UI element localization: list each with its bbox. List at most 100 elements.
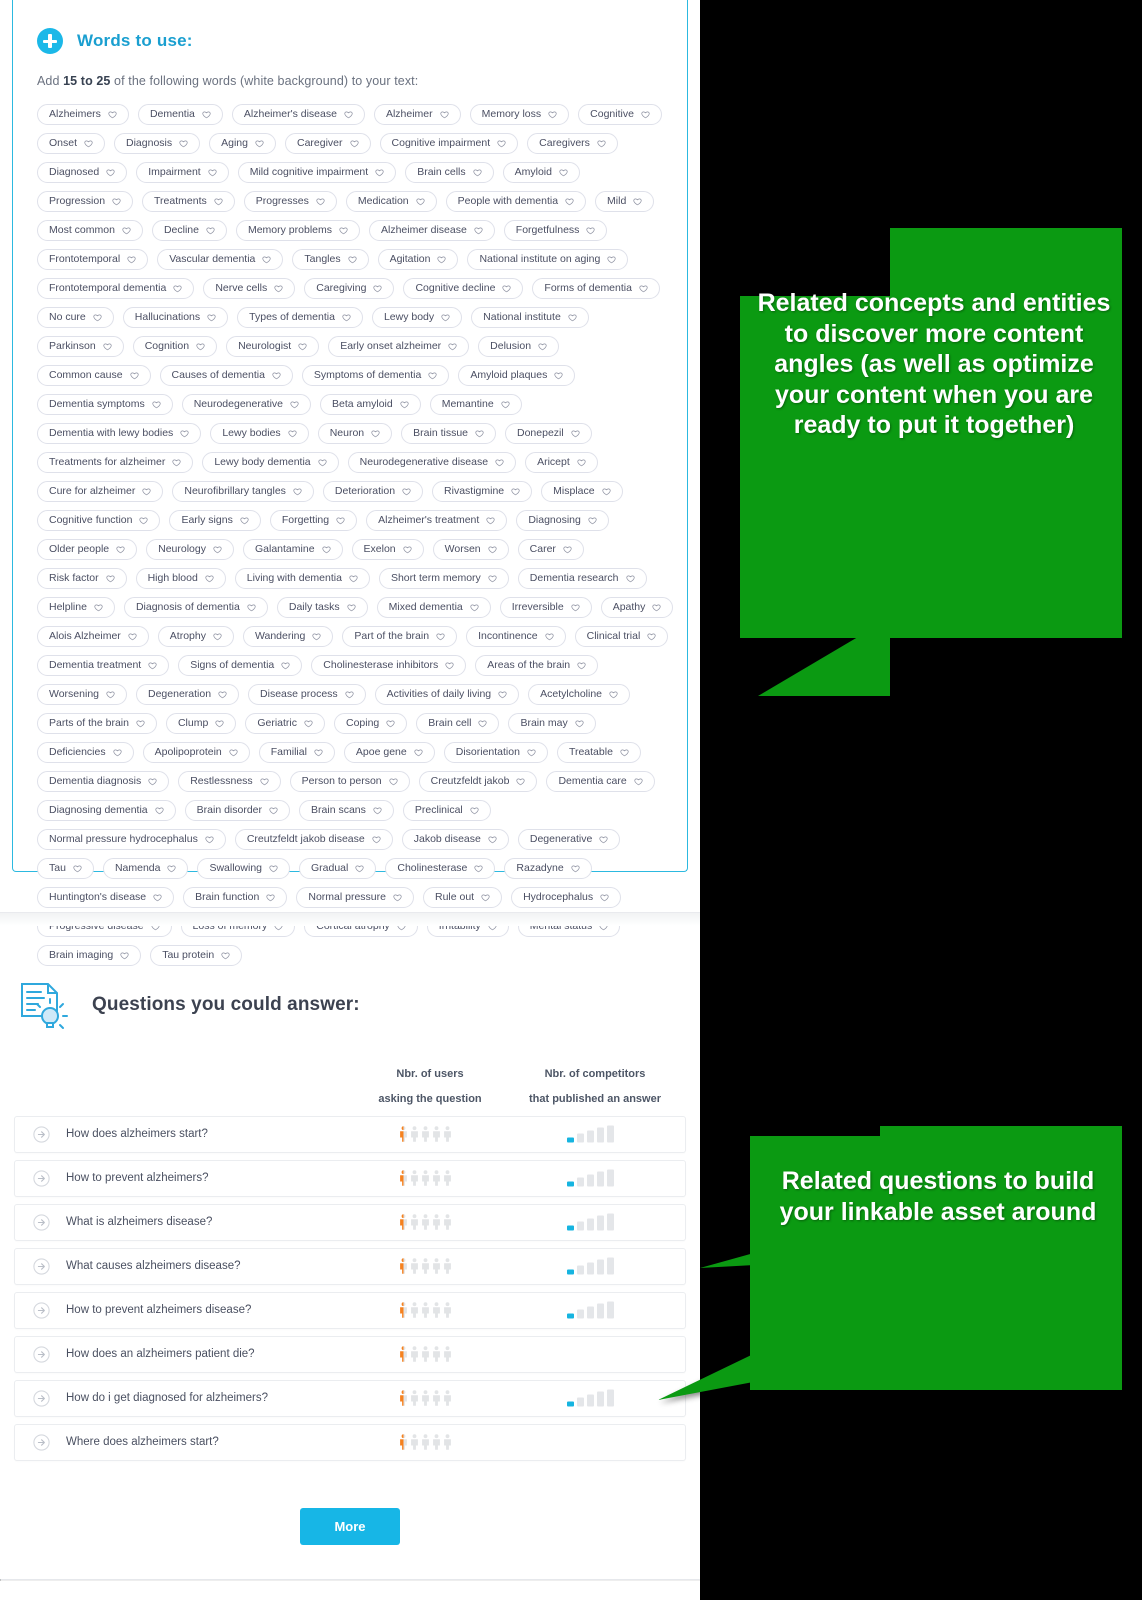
heart-outline-icon[interactable] bbox=[108, 110, 117, 119]
word-chip[interactable]: Causes of dementia bbox=[159, 365, 293, 386]
heart-outline-icon[interactable] bbox=[148, 777, 157, 786]
heart-outline-icon[interactable] bbox=[527, 748, 536, 757]
word-chip[interactable]: Alzheimer bbox=[373, 104, 461, 125]
heart-outline-icon[interactable] bbox=[428, 371, 437, 380]
word-chip[interactable]: Dementia with lewy bodies bbox=[37, 423, 202, 444]
question-row[interactable]: How to prevent alzheimers? bbox=[14, 1159, 686, 1197]
word-chip[interactable]: Alzheimers bbox=[37, 104, 129, 125]
word-chip[interactable]: Aricept bbox=[525, 452, 598, 473]
word-chip[interactable]: Treatments bbox=[142, 191, 235, 212]
heart-outline-icon[interactable] bbox=[571, 603, 580, 612]
question-row[interactable]: What causes alzheimers disease? bbox=[14, 1247, 686, 1285]
heart-outline-icon[interactable] bbox=[502, 284, 512, 293]
word-chip[interactable]: Alzheimer's disease bbox=[231, 104, 365, 125]
word-chip[interactable]: Types of dementia bbox=[237, 307, 363, 328]
word-chip[interactable]: Creutzfeldt jakob disease bbox=[234, 829, 393, 850]
question-row[interactable]: How does an alzheimers patient die? bbox=[14, 1335, 686, 1373]
word-chip[interactable]: Symptoms of dementia bbox=[301, 365, 450, 386]
arrow-right-circle-icon[interactable] bbox=[33, 1257, 50, 1275]
heart-outline-icon[interactable] bbox=[106, 168, 115, 177]
heart-outline-icon[interactable] bbox=[559, 168, 568, 177]
word-chip[interactable]: Hydrocephalus bbox=[511, 887, 622, 908]
heart-outline-icon[interactable] bbox=[488, 835, 497, 844]
word-chip[interactable]: People with dementia bbox=[445, 191, 587, 212]
heart-outline-icon[interactable] bbox=[136, 719, 145, 728]
word-chip[interactable]: Disease process bbox=[248, 684, 366, 705]
heart-outline-icon[interactable] bbox=[113, 748, 122, 757]
word-chip[interactable]: Medication bbox=[345, 191, 437, 212]
arrow-right-circle-icon[interactable] bbox=[33, 1213, 50, 1231]
heart-outline-icon[interactable] bbox=[153, 893, 162, 902]
word-chip[interactable]: Brain tissue bbox=[401, 423, 496, 444]
word-chip[interactable]: Degeneration bbox=[136, 684, 240, 705]
word-chip[interactable]: Early onset alzheimer bbox=[328, 336, 470, 357]
heart-outline-icon[interactable] bbox=[336, 516, 345, 525]
heart-outline-icon[interactable] bbox=[474, 226, 483, 235]
heart-outline-icon[interactable] bbox=[597, 139, 606, 148]
word-chip[interactable]: Normal pressure bbox=[296, 887, 414, 908]
word-chip[interactable]: Dementia bbox=[137, 104, 223, 125]
heart-outline-icon[interactable] bbox=[620, 748, 629, 757]
word-chip[interactable]: Cognition bbox=[132, 336, 218, 357]
heart-outline-icon[interactable] bbox=[473, 168, 482, 177]
heart-outline-icon[interactable] bbox=[349, 139, 359, 148]
heart-outline-icon[interactable] bbox=[609, 690, 618, 699]
heart-outline-icon[interactable] bbox=[403, 545, 412, 554]
word-chip[interactable]: Parts of the brain bbox=[37, 713, 157, 734]
heart-outline-icon[interactable] bbox=[641, 110, 650, 119]
heart-outline-icon[interactable] bbox=[129, 371, 139, 380]
word-chip[interactable]: Older people bbox=[37, 539, 138, 560]
word-chip[interactable]: Activities of daily living bbox=[374, 684, 520, 705]
heart-outline-icon[interactable] bbox=[516, 777, 526, 786]
heart-outline-icon[interactable] bbox=[545, 632, 554, 641]
heart-outline-icon[interactable] bbox=[373, 806, 382, 815]
heart-outline-icon[interactable] bbox=[625, 574, 635, 583]
word-chip[interactable]: Mixed dementia bbox=[376, 597, 491, 618]
word-chip[interactable]: Lewy bodies bbox=[210, 423, 309, 444]
word-chip[interactable]: Brain may bbox=[508, 713, 596, 734]
question-row[interactable]: Where does alzheimers start? bbox=[14, 1423, 686, 1461]
heart-outline-icon[interactable] bbox=[167, 864, 177, 873]
word-chip[interactable]: Amyloid bbox=[502, 162, 580, 183]
heart-outline-icon[interactable] bbox=[568, 313, 577, 322]
heart-outline-icon[interactable] bbox=[355, 864, 364, 873]
heart-outline-icon[interactable] bbox=[142, 487, 151, 496]
word-chip[interactable]: Helpline bbox=[37, 597, 115, 618]
arrow-right-circle-icon[interactable] bbox=[33, 1433, 50, 1451]
word-chip[interactable]: Huntington's disease bbox=[37, 887, 175, 908]
heart-outline-icon[interactable] bbox=[266, 893, 275, 902]
word-chip[interactable]: Frontotemporal bbox=[37, 249, 149, 270]
heart-outline-icon[interactable] bbox=[207, 313, 216, 322]
heart-outline-icon[interactable] bbox=[103, 342, 112, 351]
word-chip[interactable]: Diagnosis bbox=[114, 133, 201, 154]
heart-outline-icon[interactable] bbox=[213, 632, 222, 641]
word-chip[interactable]: Forgetting bbox=[269, 510, 358, 531]
word-chip[interactable]: Amyloid plaques bbox=[458, 365, 576, 386]
word-chip[interactable]: Degenerative bbox=[517, 829, 621, 850]
word-chip[interactable]: Lewy body dementia bbox=[202, 452, 339, 473]
heart-outline-icon[interactable] bbox=[486, 516, 495, 525]
word-chip[interactable]: Dementia diagnosis bbox=[37, 771, 170, 792]
heart-outline-icon[interactable] bbox=[548, 110, 557, 119]
word-chip[interactable]: Common cause bbox=[37, 365, 151, 386]
word-chip[interactable]: Short term memory bbox=[378, 568, 509, 589]
word-chip[interactable]: Diagnosis of dementia bbox=[123, 597, 268, 618]
word-chip[interactable]: Cognitive decline bbox=[403, 278, 524, 299]
question-row[interactable]: How to prevent alzheimers disease? bbox=[14, 1291, 686, 1329]
word-chip[interactable]: Brain cells bbox=[405, 162, 494, 183]
heart-outline-icon[interactable] bbox=[196, 342, 205, 351]
heart-outline-icon[interactable] bbox=[116, 545, 125, 554]
heart-outline-icon[interactable] bbox=[272, 371, 281, 380]
heart-outline-icon[interactable] bbox=[349, 574, 358, 583]
word-chip[interactable]: Alzheimer disease bbox=[369, 220, 495, 241]
word-chip[interactable]: Acetylcholine bbox=[528, 684, 631, 705]
heart-outline-icon[interactable] bbox=[386, 719, 395, 728]
heart-outline-icon[interactable] bbox=[214, 197, 223, 206]
word-chip[interactable]: Creutzfeldt jakob bbox=[418, 771, 538, 792]
heart-outline-icon[interactable] bbox=[440, 110, 449, 119]
word-chip[interactable]: Dementia care bbox=[546, 771, 655, 792]
word-chip[interactable]: No cure bbox=[37, 307, 114, 328]
heart-outline-icon[interactable] bbox=[152, 400, 161, 409]
word-chip[interactable]: Early signs bbox=[169, 510, 261, 531]
word-chip[interactable]: Dementia symptoms bbox=[37, 394, 173, 415]
